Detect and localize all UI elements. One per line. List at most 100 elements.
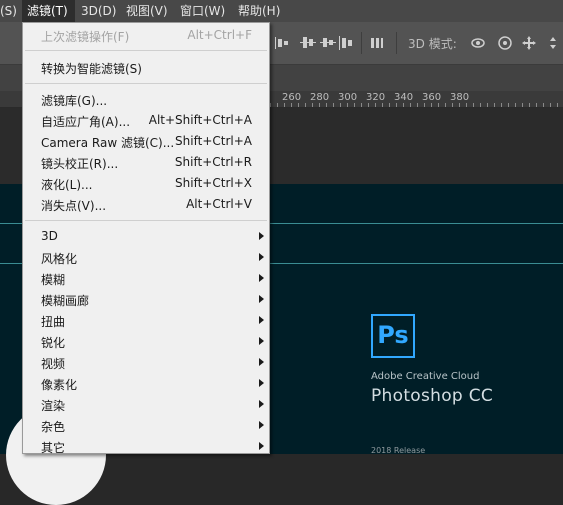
submenu-arrow-icon: [259, 400, 264, 408]
ruler-tick: [410, 103, 411, 107]
menu-item-label: 3D: [41, 229, 58, 243]
menu-item-gallery[interactable]: 滤镜库(G)...: [23, 89, 269, 110]
menu-window[interactable]: 窗口(W): [180, 0, 225, 22]
menu-item-adaptive-wide[interactable]: 自适应广角(A)... Alt+Shift+Ctrl+A: [23, 110, 269, 131]
menu-bar: (S) 滤镜(T) 3D(D) 视图(V) 窗口(W) 帮助(H): [0, 0, 563, 22]
menu-item-shortcut: Shift+Ctrl+A: [175, 134, 252, 148]
separator: [396, 32, 397, 54]
submenu-arrow-icon: [259, 337, 264, 345]
menu-item-stylize[interactable]: 风格化: [23, 247, 269, 268]
menu-item-label: 自适应广角(A)...: [41, 115, 131, 129]
ruler-tick: [347, 103, 348, 107]
ruler-tick: [298, 103, 299, 107]
ruler-tick: [515, 103, 516, 107]
menu-item-label: 风格化: [41, 252, 78, 266]
ruler-tick: [508, 103, 509, 107]
ruler-tick: [270, 103, 271, 107]
separator: [361, 32, 362, 54]
menu-item-smart-filter[interactable]: 转换为智能滤镜(S): [23, 57, 269, 78]
ruler-tick: [375, 103, 376, 107]
menu-item-label: 像素化: [41, 378, 78, 392]
menu-item-vanishing-point[interactable]: 消失点(V)... Alt+Ctrl+V: [23, 194, 269, 215]
ruler-label: 340: [394, 92, 414, 103]
align-top-icon[interactable]: [300, 35, 316, 51]
ruler-tick: [501, 103, 502, 107]
menu-item-distort[interactable]: 扭曲: [23, 310, 269, 331]
ruler-tick: [557, 103, 558, 107]
ruler-tick: [333, 103, 334, 107]
menu-item-last-filter[interactable]: 上次滤镜操作(F) Alt+Ctrl+F: [23, 25, 269, 46]
menu-separator: [25, 83, 267, 84]
align-bottom-icon[interactable]: [338, 35, 354, 51]
menu-item-label: 视频: [41, 357, 66, 371]
menu-item-blur-gallery[interactable]: 模糊画廊: [23, 289, 269, 310]
menu-view[interactable]: 视图(V): [126, 0, 168, 22]
3d-slide-icon[interactable]: [545, 35, 561, 51]
ruler-tick: [536, 103, 537, 107]
menu-select[interactable]: (S): [0, 0, 20, 22]
3d-pan-icon[interactable]: [521, 35, 537, 51]
ruler-label: 300: [338, 92, 358, 103]
menu-item-pixelate[interactable]: 像素化: [23, 373, 269, 394]
menu-item-label: 上次滤镜操作(F): [41, 30, 130, 44]
menu-item-label: Camera Raw 滤镜(C)...: [41, 136, 175, 150]
ruler-tick: [396, 103, 397, 107]
ruler-label: 360: [422, 92, 442, 103]
menu-separator: [25, 220, 267, 221]
submenu-arrow-icon: [259, 379, 264, 387]
menu-item-shortcut: Alt+Shift+Ctrl+A: [148, 113, 252, 127]
ruler-tick: [445, 103, 446, 107]
filter-menu: 上次滤镜操作(F) Alt+Ctrl+F 转换为智能滤镜(S) 滤镜库(G)..…: [22, 22, 270, 455]
ruler-tick: [522, 103, 523, 107]
ruler-tick: [529, 103, 530, 107]
menu-item-liquify[interactable]: 液化(L)... Shift+Ctrl+X: [23, 173, 269, 194]
3d-mode-label: 3D 模式:: [408, 37, 457, 51]
submenu-arrow-icon: [259, 358, 264, 366]
3d-roll-icon[interactable]: [497, 35, 513, 51]
menu-item-shortcut: Shift+Ctrl+X: [175, 176, 252, 190]
ruler-tick: [480, 103, 481, 107]
ruler-tick: [291, 103, 292, 107]
submenu-arrow-icon: [259, 253, 264, 261]
menu-item-3d[interactable]: 3D: [23, 226, 269, 247]
menu-item-label: 模糊画廊: [41, 294, 90, 308]
menu-item-lens-correction[interactable]: 镜头校正(R)... Shift+Ctrl+R: [23, 152, 269, 173]
menu-filter[interactable]: 滤镜(T): [22, 0, 75, 22]
menu-item-label: 滤镜库(G)...: [41, 94, 108, 108]
align-left-icon[interactable]: [274, 35, 290, 51]
ruler-tick: [361, 103, 362, 107]
menu-item-label: 杂色: [41, 420, 66, 434]
menu-item-label: 扭曲: [41, 315, 66, 329]
ruler-tick: [389, 103, 390, 107]
menu-item-render[interactable]: 渲染: [23, 394, 269, 415]
ruler-tick: [473, 103, 474, 107]
ruler-label: 280: [310, 92, 330, 103]
menu-item-camera-raw[interactable]: Camera Raw 滤镜(C)... Shift+Ctrl+A: [23, 131, 269, 152]
menu-item-label: 锐化: [41, 336, 66, 350]
ruler-label: 320: [366, 92, 386, 103]
splash-title: Photoshop CC: [371, 386, 494, 406]
3d-rotate-icon[interactable]: [470, 35, 486, 51]
photoshop-logo-icon: Ps: [371, 314, 415, 358]
ruler-tick: [326, 103, 327, 107]
submenu-arrow-icon: [259, 316, 264, 324]
align-vcenter-icon[interactable]: [320, 35, 336, 51]
distribute-icon[interactable]: [369, 35, 385, 51]
ruler-tick: [368, 103, 369, 107]
menu-item-label: 其它: [41, 441, 66, 455]
submenu-arrow-icon: [259, 232, 264, 240]
ruler-tick: [312, 103, 313, 107]
menu-3d[interactable]: 3D(D): [81, 0, 116, 22]
ruler-tick: [277, 103, 278, 107]
menu-item-label: 液化(L)...: [41, 178, 93, 192]
splash-subtitle: Adobe Creative Cloud: [371, 371, 480, 382]
menu-item-label: 渲染: [41, 399, 66, 413]
menu-item-noise[interactable]: 杂色: [23, 415, 269, 436]
ruler-tick: [543, 103, 544, 107]
ruler-tick: [550, 103, 551, 107]
menu-item-blur[interactable]: 模糊: [23, 268, 269, 289]
menu-item-video[interactable]: 视频: [23, 352, 269, 373]
menu-item-sharpen[interactable]: 锐化: [23, 331, 269, 352]
menu-help[interactable]: 帮助(H): [238, 0, 280, 22]
ruler-tick: [424, 103, 425, 107]
